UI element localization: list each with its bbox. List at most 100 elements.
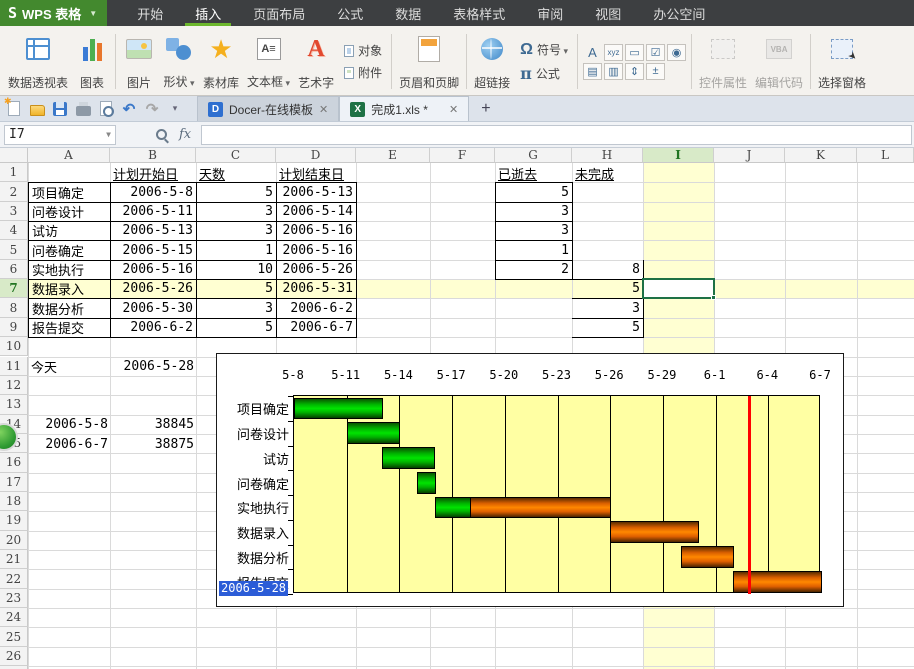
- cell-C9[interactable]: 5: [196, 318, 277, 338]
- groupbox-control-button[interactable]: ▭: [625, 44, 644, 61]
- row-header-5[interactable]: 5: [0, 240, 28, 259]
- column-header-F[interactable]: F: [430, 148, 495, 163]
- column-header-E[interactable]: E: [356, 148, 430, 163]
- row-header-24[interactable]: 24: [0, 608, 28, 627]
- cell-B6[interactable]: 2006-5-16: [110, 260, 197, 280]
- row-header-21[interactable]: 21: [0, 550, 28, 569]
- cell-C5[interactable]: 1: [196, 240, 277, 260]
- column-header-K[interactable]: K: [785, 148, 857, 163]
- cell-A15[interactable]: 2006-6-7: [28, 434, 111, 454]
- cell-B15[interactable]: 38875: [110, 434, 197, 454]
- row-header-16[interactable]: 16: [0, 453, 28, 472]
- shapes-button[interactable]: 形状: [159, 30, 199, 93]
- close-icon[interactable]: ✕: [449, 103, 458, 116]
- cell-D2[interactable]: 2006-5-13: [276, 182, 357, 202]
- menu-tab-开始[interactable]: 开始: [121, 0, 179, 26]
- listbox-control-button[interactable]: ▥: [604, 63, 623, 80]
- new-tab-button[interactable]: +: [469, 96, 502, 121]
- pivot-table-button[interactable]: 数据透视表: [4, 30, 72, 93]
- row-header-10[interactable]: 10: [0, 337, 28, 356]
- cell-A11[interactable]: 今天: [28, 357, 111, 377]
- insert-function-icon[interactable]: fx: [179, 127, 191, 142]
- cell-B2[interactable]: 2006-5-8: [110, 182, 197, 202]
- chart-date-textbox[interactable]: 2006-5-28: [219, 581, 288, 596]
- open-button[interactable]: [29, 101, 45, 117]
- row-header-7[interactable]: 7: [0, 279, 28, 298]
- cell-C2[interactable]: 5: [196, 182, 277, 202]
- cell-D1[interactable]: 计划结束日: [276, 163, 357, 183]
- cell-B7[interactable]: 2006-5-26: [110, 279, 197, 299]
- row-header-11[interactable]: 11: [0, 357, 28, 376]
- wordart-button[interactable]: A 艺术字: [294, 30, 338, 93]
- cell-D3[interactable]: 2006-5-14: [276, 202, 357, 222]
- row-header-19[interactable]: 19: [0, 511, 28, 530]
- cell-G3[interactable]: 3: [495, 202, 573, 222]
- gantt-chart-object[interactable]: 5-85-115-145-175-205-235-265-296-16-46-7…: [216, 353, 844, 607]
- row-header-26[interactable]: 26: [0, 647, 28, 666]
- cell-A2[interactable]: 项目确定: [28, 182, 111, 202]
- menu-tab-数据[interactable]: 数据: [379, 0, 437, 26]
- wps-logo[interactable]: S WPS 表格 ▼: [0, 0, 107, 26]
- menu-tab-公式[interactable]: 公式: [321, 0, 379, 26]
- cell-D5[interactable]: 2006-5-16: [276, 240, 357, 260]
- row-header-17[interactable]: 17: [0, 473, 28, 492]
- print-button[interactable]: [75, 101, 91, 117]
- row-header-23[interactable]: 23: [0, 589, 28, 608]
- editbox-control-button[interactable]: xyz: [604, 44, 623, 61]
- cell-H9[interactable]: 5: [572, 318, 644, 338]
- formula-input[interactable]: [201, 125, 912, 145]
- label-control-button[interactable]: A: [583, 44, 602, 61]
- cell-C8[interactable]: 3: [196, 298, 277, 318]
- spinner-control-button[interactable]: ⇕: [625, 63, 644, 80]
- cell-A6[interactable]: 实地执行: [28, 260, 111, 280]
- row-header-9[interactable]: 9: [0, 318, 28, 337]
- spreadsheet-grid[interactable]: 5-85-115-145-175-205-235-265-296-16-46-7…: [0, 148, 914, 669]
- clipart-button[interactable]: ★ 素材库: [199, 30, 243, 93]
- cell-D9[interactable]: 2006-6-7: [276, 318, 357, 338]
- cell-G2[interactable]: 5: [495, 182, 573, 202]
- menu-tab-插入[interactable]: 插入: [179, 0, 237, 26]
- doc-tab[interactable]: X完成1.xls *✕: [339, 96, 469, 121]
- cell-H6[interactable]: 8: [572, 260, 644, 280]
- row-header-1[interactable]: 1: [0, 163, 28, 182]
- row-header-22[interactable]: 22: [0, 569, 28, 588]
- name-box[interactable]: I7 ▼: [4, 125, 116, 145]
- menu-tab-办公空间[interactable]: 办公空间: [637, 0, 721, 26]
- cell-G4[interactable]: 3: [495, 221, 573, 241]
- cell-C1[interactable]: 天数: [196, 163, 277, 183]
- cell-H1[interactable]: 未完成: [572, 163, 644, 183]
- cell-C6[interactable]: 10: [196, 260, 277, 280]
- cell-D8[interactable]: 2006-6-2: [276, 298, 357, 318]
- menu-tab-审阅[interactable]: 审阅: [521, 0, 579, 26]
- row-header-6[interactable]: 6: [0, 260, 28, 279]
- checkbox-control-button[interactable]: ☑: [646, 44, 665, 61]
- column-header-A[interactable]: A: [28, 148, 110, 163]
- scrollbar-control-button[interactable]: ±: [646, 63, 665, 80]
- cell-A7[interactable]: 数据录入: [28, 279, 111, 299]
- cell-H8[interactable]: 3: [572, 298, 644, 318]
- column-header-G[interactable]: G: [495, 148, 572, 163]
- selection-pane-button[interactable]: 选择窗格: [814, 30, 870, 93]
- cell-C3[interactable]: 3: [196, 202, 277, 222]
- object-button[interactable]: 对象: [341, 41, 385, 60]
- cell-A3[interactable]: 问卷设计: [28, 202, 111, 222]
- menu-tab-表格样式[interactable]: 表格样式: [437, 0, 521, 26]
- row-header-18[interactable]: 18: [0, 492, 28, 511]
- combobox-control-button[interactable]: ▤: [583, 63, 602, 80]
- cell-A9[interactable]: 报告提交: [28, 318, 111, 338]
- cell-A14[interactable]: 2006-5-8: [28, 415, 111, 435]
- picture-button[interactable]: 图片: [119, 30, 159, 93]
- cell-D7[interactable]: 2006-5-31: [276, 279, 357, 299]
- column-header-D[interactable]: D: [276, 148, 356, 163]
- cell-B8[interactable]: 2006-5-30: [110, 298, 197, 318]
- cell-G6[interactable]: 2: [495, 260, 573, 280]
- cell-B1[interactable]: 计划开始日: [110, 163, 197, 183]
- row-header-13[interactable]: 13: [0, 395, 28, 414]
- cell-D6[interactable]: 2006-5-26: [276, 260, 357, 280]
- header-footer-button[interactable]: 页眉和页脚: [395, 30, 463, 93]
- cell-A8[interactable]: 数据分析: [28, 298, 111, 318]
- row-header-12[interactable]: 12: [0, 376, 28, 395]
- close-icon[interactable]: ✕: [319, 103, 328, 116]
- row-header-8[interactable]: 8: [0, 298, 28, 317]
- hyperlink-button[interactable]: 超链接: [470, 30, 514, 93]
